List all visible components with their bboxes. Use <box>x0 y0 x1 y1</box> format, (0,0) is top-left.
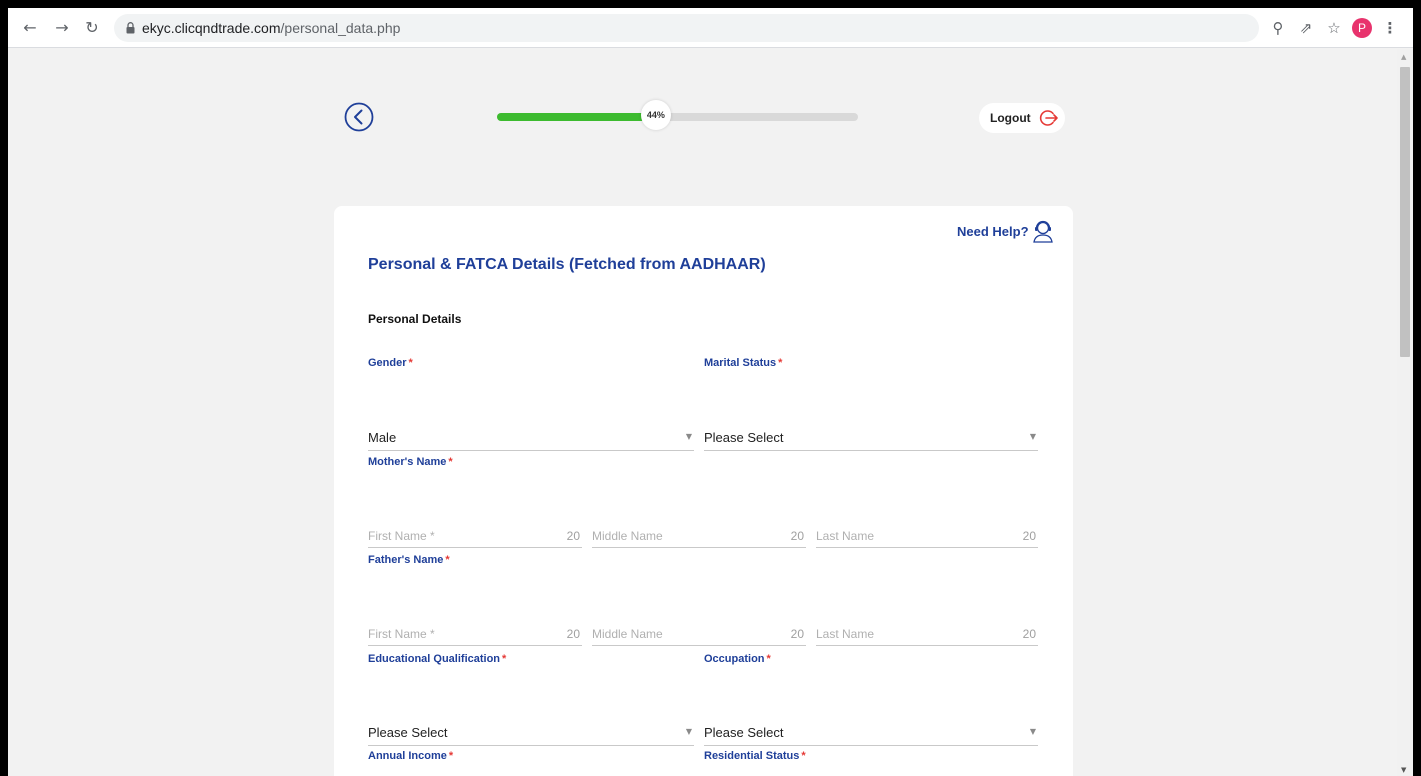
education-select-value: Please Select <box>368 725 448 740</box>
chevron-down-icon: ▼ <box>1029 432 1036 441</box>
education-select[interactable]: Please Select ▼ <box>368 716 694 746</box>
address-bar[interactable]: ekyc.clicqndtrade.com/personal_data.php <box>114 14 1259 42</box>
fathers-name-label: Father's Name * <box>368 554 450 566</box>
page-content: 44% Logout Need Help? Personal & FATCA D… <box>8 49 1397 776</box>
gender-select-value: Male <box>368 430 397 445</box>
gender-label: Gender * <box>368 357 413 369</box>
mothers-last-name-char-limit: 20 <box>1022 529 1036 543</box>
annual-income-label: Annual Income * <box>368 750 453 762</box>
progress-bar: 44% <box>497 100 858 130</box>
progress-percent-label: 44% <box>640 100 671 130</box>
page-scrollbar[interactable]: ▲ ▼ <box>1397 49 1413 776</box>
fathers-middle-name-placeholder: Middle Name <box>592 627 663 641</box>
fathers-middle-name-char-limit: 20 <box>790 627 804 641</box>
reload-icon[interactable]: ↻ <box>82 18 102 38</box>
fathers-last-name-char-limit: 20 <box>1022 627 1036 641</box>
more-menu-icon[interactable]: ⋮ <box>1380 18 1400 38</box>
headset-icon[interactable] <box>1030 218 1056 244</box>
mothers-name-label-text: Mother's Name <box>368 456 447 468</box>
mothers-middle-name-input[interactable]: Middle Name 20 <box>592 522 806 548</box>
occupation-label-text: Occupation <box>704 653 765 665</box>
residential-status-label: Residential Status * <box>704 750 806 762</box>
share-icon[interactable]: ⇗ <box>1296 18 1316 38</box>
url-domain: ekyc.clicqndtrade.com <box>142 20 281 36</box>
required-mark: * <box>502 653 507 665</box>
logout-icon <box>1039 110 1058 126</box>
required-mark: * <box>408 357 413 369</box>
marital-status-select-value: Please Select <box>704 430 784 445</box>
marital-status-select[interactable]: Please Select ▼ <box>704 421 1038 451</box>
mothers-middle-name-placeholder: Middle Name <box>592 529 663 543</box>
annual-income-label-text: Annual Income <box>368 750 447 762</box>
scrollbar-thumb[interactable] <box>1400 67 1410 357</box>
mothers-first-name-placeholder: First Name * <box>368 529 435 543</box>
url-path: /personal_data.php <box>280 20 401 36</box>
education-label: Educational Qualification * <box>368 653 506 665</box>
required-mark: * <box>766 653 771 665</box>
fathers-last-name-placeholder: Last Name <box>816 627 875 641</box>
chevron-down-icon: ▼ <box>1029 727 1036 736</box>
occupation-label: Occupation * <box>704 653 771 665</box>
section-title-personal-details: Personal Details <box>368 312 462 326</box>
mothers-last-name-placeholder: Last Name <box>816 529 875 543</box>
residential-status-label-text: Residential Status <box>704 750 800 762</box>
occupation-select-value: Please Select <box>704 725 784 740</box>
forward-arrow-icon[interactable]: → <box>52 18 72 38</box>
scroll-down-arrow-icon[interactable]: ▼ <box>1401 766 1406 774</box>
fathers-last-name-input[interactable]: Last Name 20 <box>816 620 1038 646</box>
logout-label: Logout <box>990 111 1031 125</box>
chevron-down-icon: ▼ <box>685 432 692 441</box>
required-mark: * <box>778 357 783 369</box>
progress-fill <box>497 113 656 121</box>
required-mark: * <box>448 456 453 468</box>
gender-label-text: Gender <box>368 357 407 369</box>
mothers-first-name-input[interactable]: First Name * 20 <box>368 522 582 548</box>
education-label-text: Educational Qualification <box>368 653 501 665</box>
form-title: Personal & FATCA Details (Fetched from A… <box>368 256 766 273</box>
lock-icon <box>126 22 135 34</box>
required-mark: * <box>448 750 454 762</box>
back-arrow-icon[interactable]: ← <box>20 18 40 38</box>
fathers-first-name-input[interactable]: First Name * 20 <box>368 620 582 646</box>
mothers-first-name-char-limit: 20 <box>566 529 580 543</box>
marital-status-label: Marital Status * <box>704 357 782 369</box>
url-text: ekyc.clicqndtrade.com/personal_data.php <box>142 20 400 36</box>
mothers-middle-name-char-limit: 20 <box>790 529 804 543</box>
mothers-last-name-input[interactable]: Last Name 20 <box>816 522 1038 548</box>
browser-toolbar: ← → ↻ ekyc.clicqndtrade.com/personal_dat… <box>8 8 1413 48</box>
need-help-link[interactable]: Need Help? <box>957 224 1029 239</box>
occupation-select[interactable]: Please Select ▼ <box>704 716 1038 746</box>
bookmark-star-icon[interactable]: ☆ <box>1324 18 1344 38</box>
zoom-icon[interactable]: ⚲ <box>1268 18 1288 38</box>
back-button[interactable] <box>344 102 374 132</box>
chevron-down-icon: ▼ <box>685 727 692 736</box>
fathers-middle-name-input[interactable]: Middle Name 20 <box>592 620 806 646</box>
gender-select[interactable]: Male ▼ <box>368 421 694 451</box>
scroll-up-arrow-icon[interactable]: ▲ <box>1401 53 1406 61</box>
logout-button[interactable]: Logout <box>979 103 1065 133</box>
fathers-first-name-placeholder: First Name * <box>368 627 435 641</box>
mothers-name-label: Mother's Name * <box>368 456 453 468</box>
fathers-first-name-char-limit: 20 <box>566 627 580 641</box>
browser-window: ← → ↻ ekyc.clicqndtrade.com/personal_dat… <box>8 8 1413 776</box>
marital-status-label-text: Marital Status <box>704 357 777 369</box>
required-mark: * <box>801 750 806 762</box>
fathers-name-label-text: Father's Name <box>368 554 444 566</box>
personal-details-form: Need Help? Personal & FATCA Details (Fet… <box>334 206 1073 776</box>
profile-avatar[interactable]: P <box>1352 18 1372 38</box>
required-mark: * <box>445 554 450 566</box>
